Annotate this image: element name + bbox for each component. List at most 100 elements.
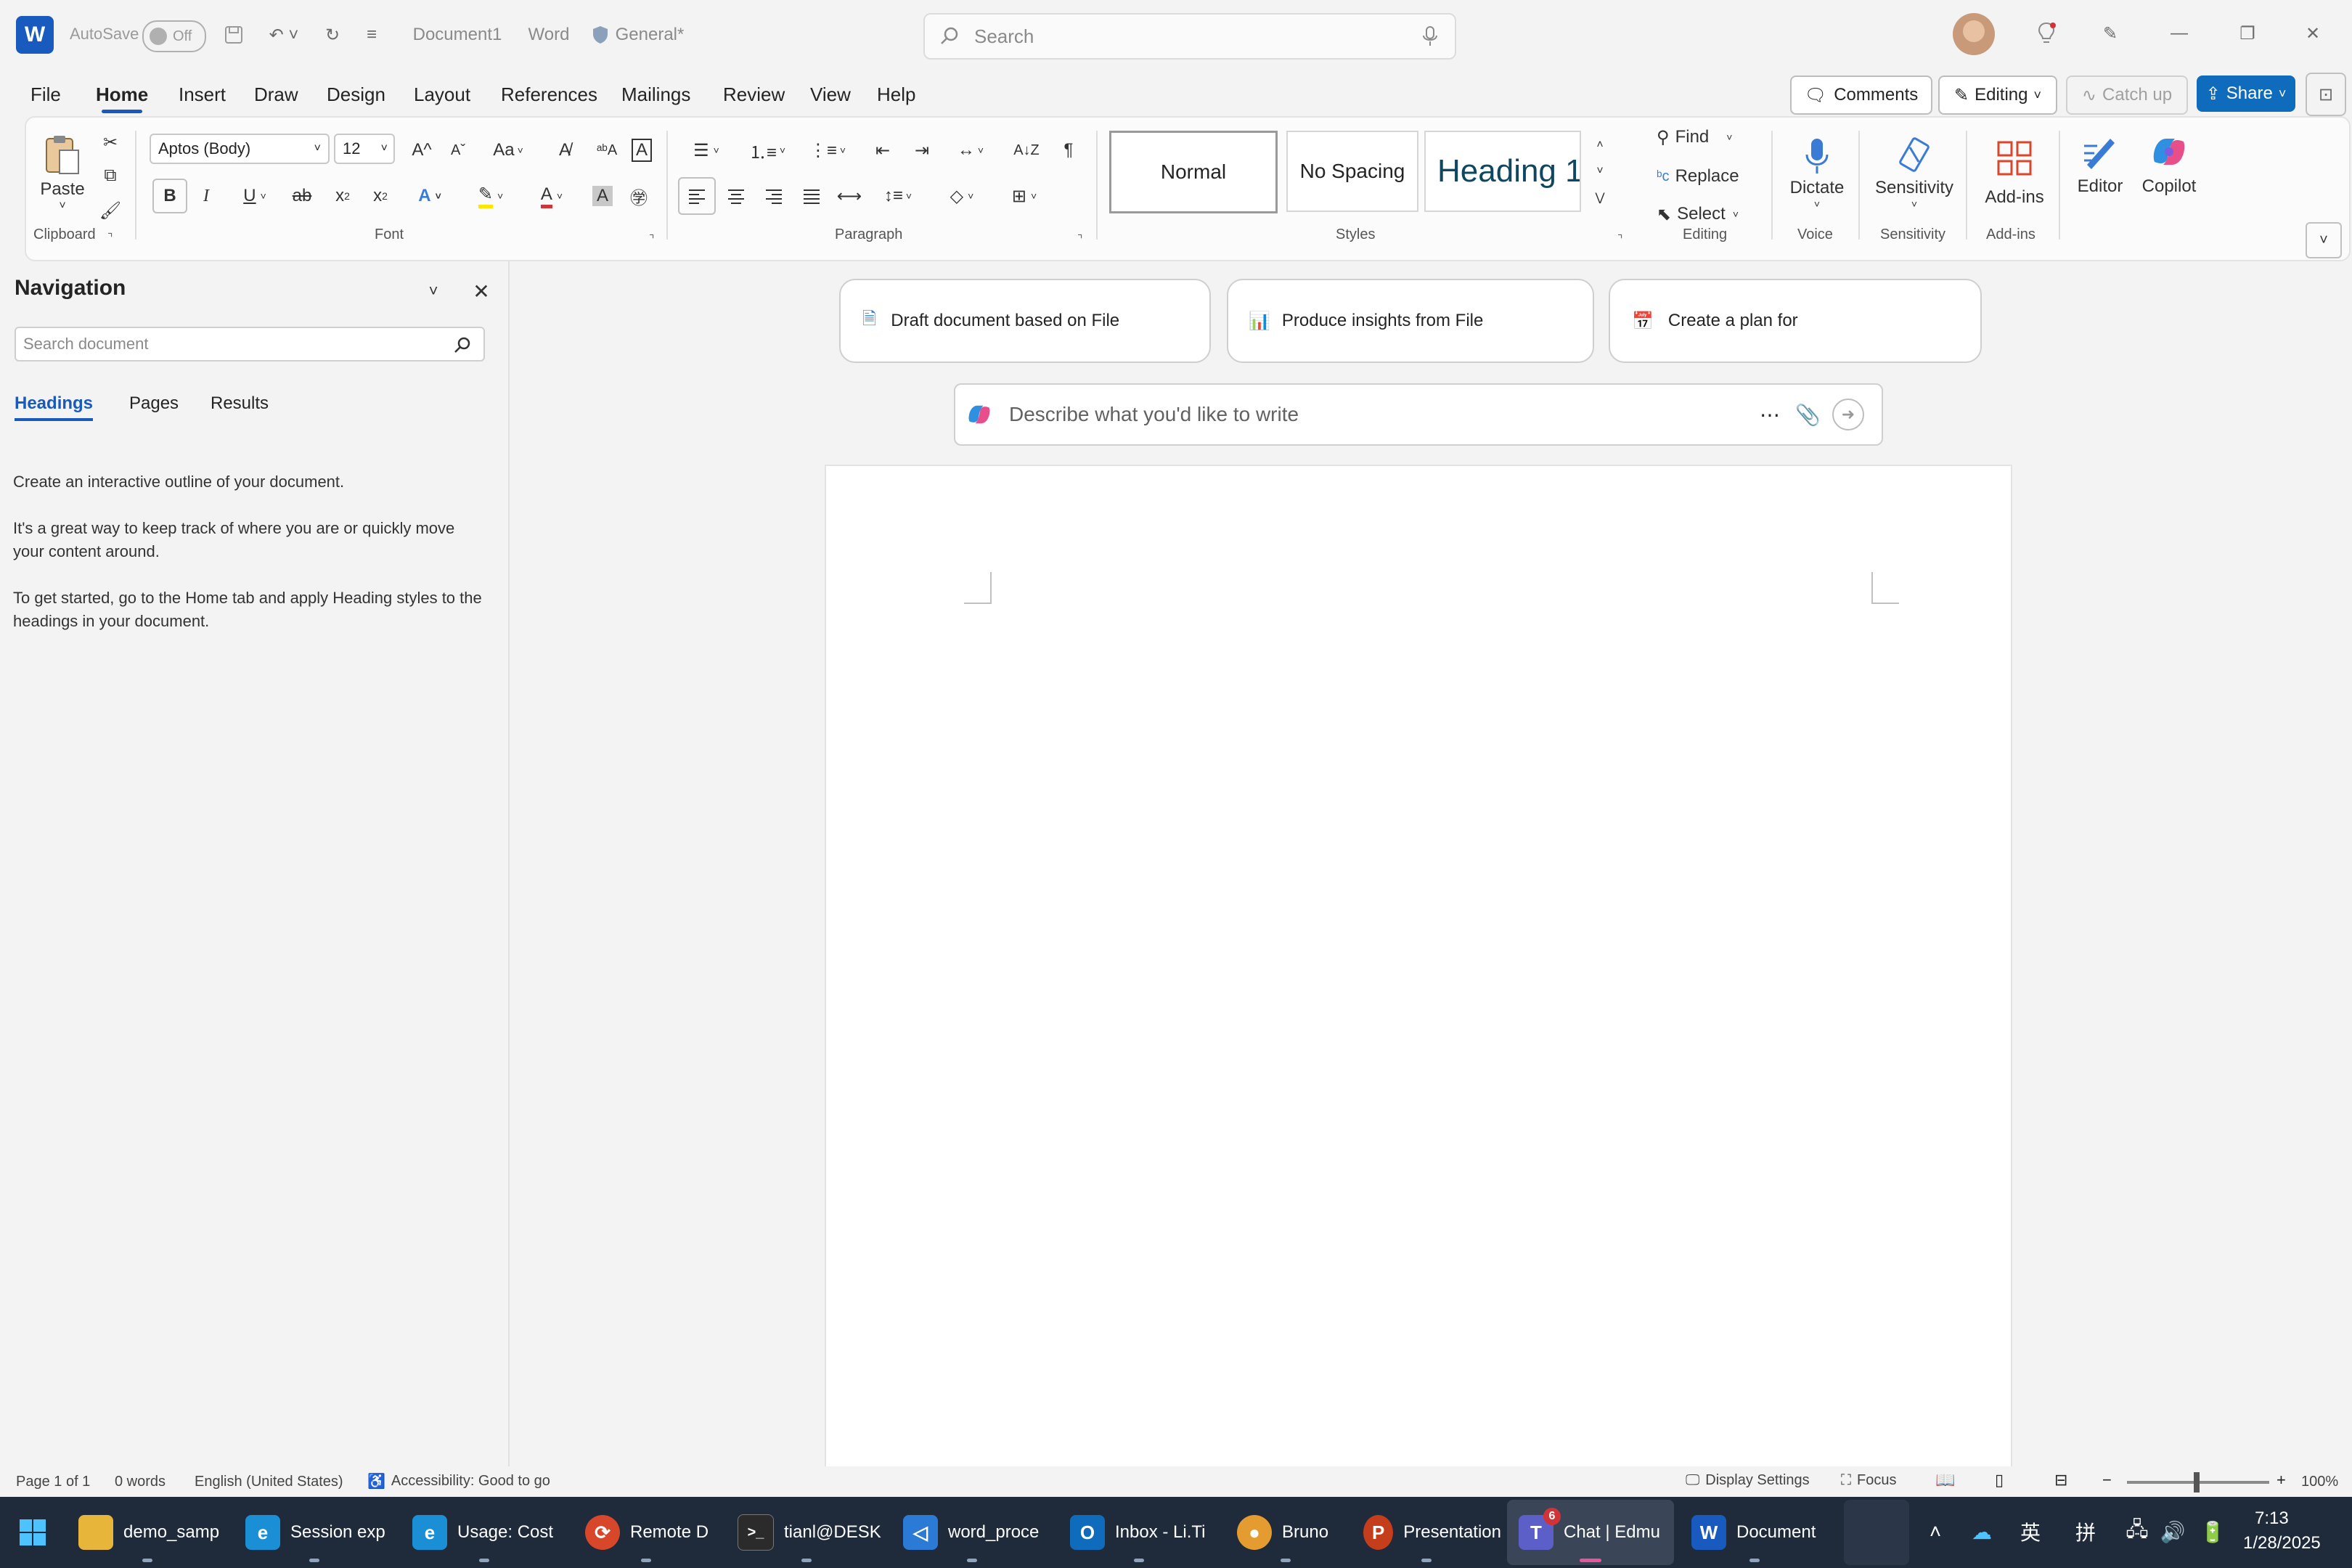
close-navigation-icon[interactable]: ✕ [462,271,501,311]
web-layout-icon[interactable]: ⊟ [2054,1471,2067,1490]
undo-icon[interactable]: ↶ ˅ [257,12,311,58]
style-heading-1[interactable]: Heading 1 [1424,131,1581,212]
zoom-slider[interactable] [2127,1472,2269,1493]
taskbar-app-edge-session[interactable]: e Session exp [234,1500,395,1565]
minimize-icon[interactable]: — [2153,10,2205,57]
character-shading-button[interactable]: A [585,179,620,213]
taskbar-app-powerpoint[interactable]: P Presentation [1352,1500,1501,1565]
strikethrough-button[interactable]: ab [282,179,322,213]
zoom-in-icon[interactable]: + [2277,1471,2286,1490]
present-icon[interactable]: ⊡ [2306,73,2346,116]
word-app-icon[interactable]: W [16,16,54,54]
nav-tab-pages[interactable]: Pages [129,393,179,414]
add-ins-button[interactable]: Add-ins [1973,123,2056,224]
styles-launcher-icon[interactable]: ⌝ [1617,232,1623,247]
align-right-icon[interactable] [755,177,793,215]
taskbar-app-teams[interactable]: T6 Chat | Edmu [1507,1500,1674,1565]
paragraph-launcher-icon[interactable]: ⌝ [1077,232,1083,247]
tab-home[interactable]: Home [96,75,148,113]
bold-button[interactable]: B [152,179,187,213]
sensitivity-button[interactable]: Sensitivity ˅ [1866,123,1963,224]
start-button[interactable] [4,1500,61,1565]
ribbon-collapse-icon[interactable]: ˅ [2306,222,2342,258]
document-page[interactable] [825,465,2012,1469]
subscript-button[interactable]: x2 [325,179,360,213]
taskbar-empty-slot[interactable] [1844,1500,1909,1565]
font-name-dropdown[interactable]: Aptos (Body) ˅ [150,134,330,164]
print-layout-icon[interactable]: ▯ [1995,1471,2004,1490]
text-effects-button[interactable]: A ˅ [404,179,456,213]
shading-button[interactable]: ◇ ˅ [935,177,989,215]
multilevel-list-button[interactable]: ⋮≡ ˅ [800,134,855,167]
autosave-toggle[interactable]: Off [142,20,206,52]
close-window-icon[interactable]: ✕ [2287,10,2339,57]
user-avatar[interactable] [1953,13,1995,55]
bullets-button[interactable]: ☰ ˅ [678,134,735,167]
taskbar-app-terminal[interactable]: >_ tianl@DESK [726,1500,887,1565]
tab-insert[interactable]: Insert [179,75,226,113]
tab-draw[interactable]: Draw [254,75,298,113]
editing-mode-button[interactable]: ✎ Editing ˅ [1938,75,2057,115]
sort-icon[interactable]: A↓Z [1008,134,1045,167]
battery-icon[interactable]: 🔋 [2192,1503,2233,1561]
font-size-dropdown[interactable]: 12 ˅ [334,134,395,164]
paste-button[interactable]: Paste ˅ [32,122,93,224]
taskbar-app-word[interactable]: W Document [1680,1500,1829,1565]
restore-icon[interactable]: ❐ [2221,10,2274,57]
character-border-icon[interactable]: A [626,134,658,167]
align-center-icon[interactable] [717,177,755,215]
read-mode-icon[interactable]: 📖 [1935,1471,1955,1490]
increase-indent-icon[interactable]: ⇥ [903,134,941,167]
text-direction-button[interactable]: ↔ ˅ [944,134,997,167]
borders-button[interactable]: ⊞ ˅ [997,177,1051,215]
document-title[interactable]: Document1 [407,12,508,58]
tab-view[interactable]: View [810,75,851,113]
navigation-search-icon[interactable] [443,327,482,364]
focus-button[interactable]: ⛶ Focus [1841,1472,1896,1489]
grow-font-icon[interactable]: A^ [404,134,440,167]
clipboard-launcher-icon[interactable]: ⌝ [107,231,113,245]
navigation-search-input[interactable]: Search document [15,327,485,362]
phonetic-guide-icon[interactable]: ᵃᵇA [588,134,626,167]
sensitivity-label-button[interactable]: General* [588,12,687,58]
copilot-button[interactable]: Copilot [2131,123,2207,206]
align-left-icon[interactable] [678,177,716,215]
copy-icon[interactable]: ⧉ [91,160,129,192]
copilot-card-plan[interactable]: 📅 Create a plan for [1609,279,1982,363]
tab-references[interactable]: References [501,75,597,113]
attach-icon[interactable]: 📎 [1795,403,1821,427]
nav-tab-headings[interactable]: Headings [15,393,94,421]
replace-button[interactable]: ᵇc Replace [1648,160,1767,193]
styles-more-icon[interactable]: ⋁ [1587,183,1613,212]
redo-icon[interactable]: ↻ [311,12,354,58]
microphone-icon[interactable] [1421,25,1439,47]
word-count[interactable]: 0 words [115,1474,166,1490]
shrink-font-icon[interactable]: Aˇ [440,134,476,167]
send-icon[interactable]: ➜ [1832,399,1864,430]
zoom-slider-thumb[interactable] [2194,1472,2200,1493]
font-color-button[interactable]: A ˅ [526,179,578,213]
ime-language-icon[interactable]: 英 [2008,1503,2053,1561]
customize-qat-icon[interactable]: ≡ [356,12,388,58]
page-count[interactable]: Page 1 of 1 [16,1474,90,1490]
clock-date[interactable]: 1/28/2025 [2243,1533,2321,1553]
share-button[interactable]: ⇪ Share ˅ [2197,75,2295,112]
more-options-icon[interactable]: ⋯ [1760,403,1780,427]
onedrive-icon[interactable]: ☁ [1960,1503,2004,1561]
pen-icon[interactable]: ✎ [2089,10,2131,57]
navigation-options-icon[interactable]: ˅ [414,271,453,311]
zoom-out-icon[interactable]: − [2102,1471,2112,1490]
distributed-icon[interactable]: ⟷ [830,177,868,215]
comments-button[interactable]: 🗨 Comments [1790,75,1932,115]
clear-formatting-icon[interactable]: A̸ [546,134,584,167]
taskbar-app-file-explorer[interactable]: demo_samp [67,1500,228,1565]
find-button[interactable]: ⚲ Find ˅ [1648,121,1767,154]
styles-scroll-up-icon[interactable]: ˄ [1587,131,1613,160]
justify-icon[interactable] [793,177,830,215]
copilot-card-draft[interactable]: 🗎 Draft document based on File [839,279,1211,363]
underline-button[interactable]: U ˅ [229,179,280,213]
highlight-color-button[interactable]: ✎ ˅ [465,179,517,213]
superscript-button[interactable]: x2 [363,179,398,213]
language-status[interactable]: English (United States) [195,1474,343,1490]
tab-layout[interactable]: Layout [414,75,470,113]
